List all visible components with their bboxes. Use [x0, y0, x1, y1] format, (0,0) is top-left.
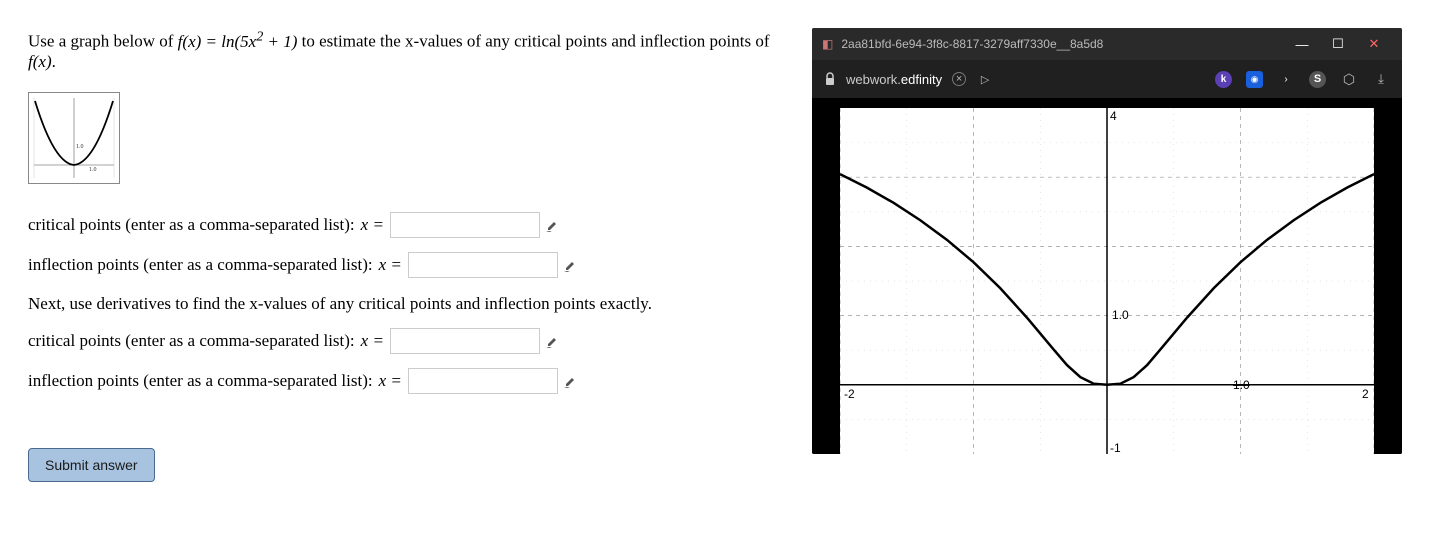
- browser-window: ◧ 2aa81bfd-6e94-3f8c-8817-3279aff7330e__…: [812, 28, 1402, 454]
- function-definition: f(x) = ln(5x2 + 1): [178, 32, 298, 51]
- prompt-prefix: Use a graph below of: [28, 32, 178, 51]
- url-text: webwork.edfinity: [846, 72, 942, 87]
- x-tick-1: 1.0: [1233, 378, 1250, 392]
- inflection-points-exact-input[interactable]: [408, 368, 558, 394]
- q4-var: x =: [379, 371, 402, 391]
- critical-points-estimate-input[interactable]: [390, 212, 540, 238]
- chevron-right-icon[interactable]: ›: [1277, 70, 1295, 88]
- inflection-points-estimate-row: inflection points (enter as a comma-sepa…: [28, 252, 792, 278]
- edit-icon[interactable]: [564, 374, 578, 388]
- maximize-icon[interactable]: ☐: [1320, 36, 1356, 52]
- q3-var: x =: [361, 331, 384, 351]
- lock-icon: [824, 72, 836, 86]
- q4-label: inflection points (enter as a comma-sepa…: [28, 371, 373, 391]
- y-bottom-label: -1: [1110, 441, 1121, 454]
- svg-text:1.0: 1.0: [76, 144, 84, 150]
- q2-label: inflection points (enter as a comma-sepa…: [28, 255, 373, 275]
- toolbar-icons: k ◉ › S ⬡ ⤓: [1215, 70, 1390, 88]
- favicon-icon: ◧: [822, 37, 833, 51]
- edit-icon[interactable]: [546, 218, 560, 232]
- extension-s-icon[interactable]: S: [1309, 71, 1326, 88]
- problem-statement: Use a graph below of f(x) = ln(5x2 + 1) …: [28, 28, 792, 72]
- popup-window-column: ◧ 2aa81bfd-6e94-3f8c-8817-3279aff7330e__…: [812, 28, 1402, 482]
- close-icon[interactable]: ✕: [1356, 36, 1392, 52]
- window-title: 2aa81bfd-6e94-3f8c-8817-3279aff7330e__8a…: [841, 37, 1284, 51]
- submit-button[interactable]: Submit answer: [28, 448, 155, 482]
- q1-label: critical points (enter as a comma-separa…: [28, 215, 355, 235]
- inflection-points-exact-row: inflection points (enter as a comma-sepa…: [28, 368, 792, 394]
- instruction-text: Next, use derivatives to find the x-valu…: [28, 294, 792, 314]
- x-left-label: -2: [844, 387, 855, 401]
- address-bar[interactable]: webwork.edfinity × ▷ k ◉ › S ⬡ ⤓: [812, 60, 1402, 98]
- function-fof: f(x): [28, 52, 52, 71]
- question-content: Use a graph below of f(x) = ln(5x2 + 1) …: [28, 28, 792, 482]
- extensions-icon[interactable]: ⬡: [1340, 70, 1358, 88]
- extension-k-icon[interactable]: k: [1215, 71, 1232, 88]
- svg-text:1.0: 1.0: [89, 167, 97, 173]
- edit-icon[interactable]: [546, 334, 560, 348]
- prompt-suffix: to estimate the x-values of any critical…: [302, 32, 770, 51]
- q1-var: x =: [361, 215, 384, 235]
- graph-canvas[interactable]: 4 -2 2 -1 1.0 1.0: [840, 108, 1374, 454]
- graph-area: 4 -2 2 -1 1.0 1.0: [812, 98, 1402, 454]
- critical-points-exact-input[interactable]: [390, 328, 540, 354]
- x-right-label: 2: [1362, 387, 1369, 401]
- y-top-label: 4: [1110, 109, 1117, 123]
- clear-icon[interactable]: ×: [952, 72, 966, 86]
- download-icon[interactable]: ⤓: [1372, 70, 1390, 88]
- edit-icon[interactable]: [564, 258, 578, 272]
- graph-thumbnail[interactable]: 1.0 1.0: [28, 92, 120, 184]
- critical-points-exact-row: critical points (enter as a comma-separa…: [28, 328, 792, 354]
- send-icon[interactable]: ▷: [976, 70, 994, 88]
- window-titlebar[interactable]: ◧ 2aa81bfd-6e94-3f8c-8817-3279aff7330e__…: [812, 28, 1402, 60]
- critical-points-estimate-row: critical points (enter as a comma-separa…: [28, 212, 792, 238]
- extension-screenshot-icon[interactable]: ◉: [1246, 71, 1263, 88]
- inflection-points-estimate-input[interactable]: [408, 252, 558, 278]
- q3-label: critical points (enter as a comma-separa…: [28, 331, 355, 351]
- y-tick-1: 1.0: [1112, 308, 1129, 322]
- minimize-icon[interactable]: —: [1284, 37, 1320, 52]
- q2-var: x =: [379, 255, 402, 275]
